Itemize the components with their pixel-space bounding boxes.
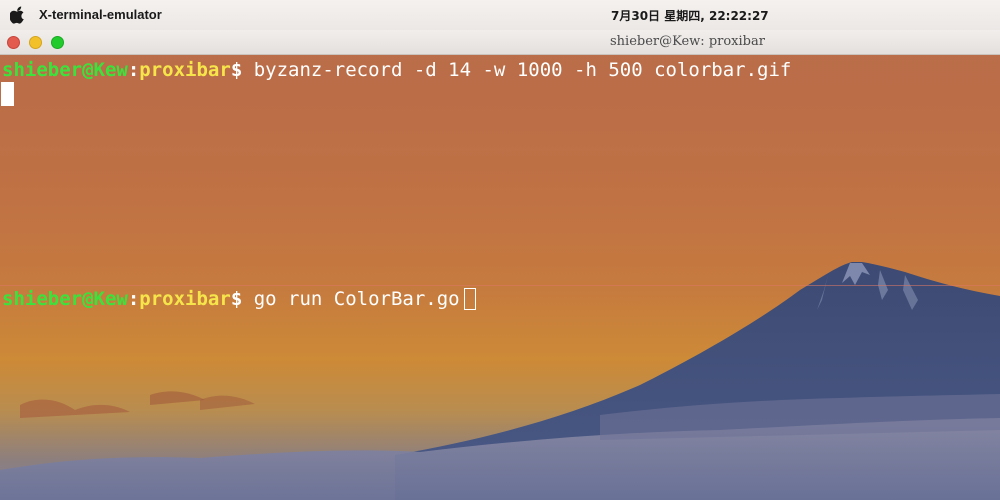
minimize-window-button[interactable]: [29, 36, 42, 49]
prompt-user-host: shieber@Kew: [2, 59, 128, 81]
prompt-dollar: $: [230, 59, 243, 81]
terminal-command: go run ColorBar.go: [253, 288, 460, 310]
window-title: shieber@Kew: proxibar: [610, 34, 765, 49]
menubar-clock[interactable]: 7月30日 星期四, 22:22:27: [611, 7, 769, 24]
prompt-colon: :: [127, 288, 140, 310]
terminal-area[interactable]: shieber@Kew:proxibar$ byzanz-record -d 1…: [0, 55, 1000, 500]
close-window-button[interactable]: [7, 36, 20, 49]
desktop-background: X-terminal-emulator 7月30日 星期四, 22:22:27 …: [0, 0, 1000, 500]
window-title-bar[interactable]: shieber@Kew: proxibar: [0, 30, 1000, 55]
maximize-window-button[interactable]: [51, 36, 64, 49]
terminal-line: shieber@Kew:proxibar$ go run ColorBar.go: [2, 287, 476, 311]
prompt-user-host: shieber@Kew: [2, 288, 128, 310]
divider: [0, 285, 1000, 286]
menu-bar: X-terminal-emulator 7月30日 星期四, 22:22:27: [0, 0, 1000, 30]
apple-icon[interactable]: [10, 6, 26, 24]
prompt-path: proxibar: [139, 59, 231, 81]
block-cursor: [1, 82, 14, 106]
app-menu-name[interactable]: X-terminal-emulator: [39, 7, 162, 22]
prompt-path: proxibar: [139, 288, 231, 310]
prompt-colon: :: [127, 59, 140, 81]
prompt-dollar: $: [230, 288, 243, 310]
input-cursor[interactable]: [463, 288, 476, 310]
terminal-line: shieber@Kew:proxibar$ byzanz-record -d 1…: [2, 58, 791, 82]
terminal-command: byzanz-record -d 14 -w 1000 -h 500 color…: [253, 59, 792, 81]
